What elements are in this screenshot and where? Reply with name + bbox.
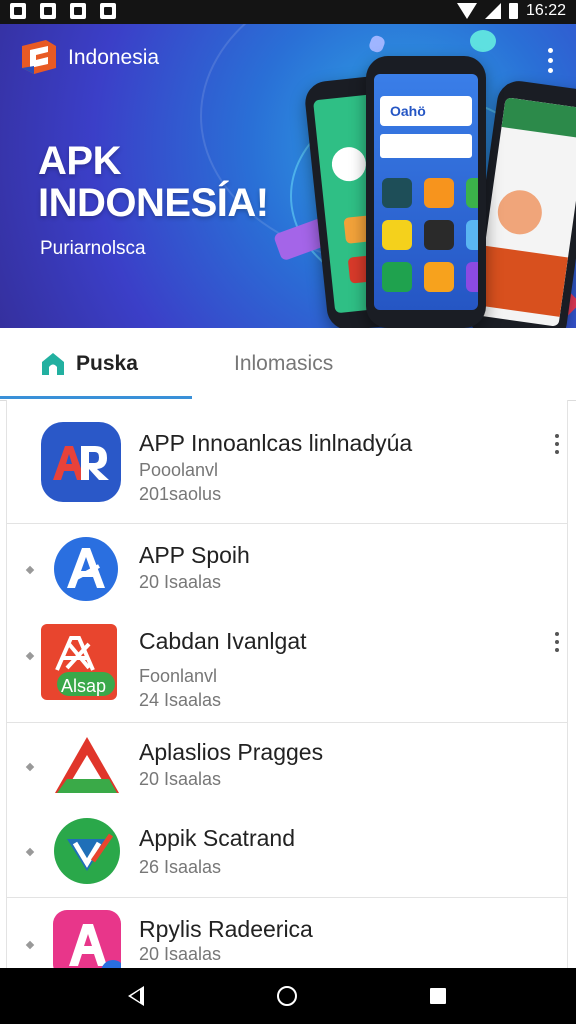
pink-a-icon bbox=[53, 910, 121, 968]
item-menu-icon[interactable] bbox=[555, 632, 561, 652]
message-notification-icon bbox=[100, 3, 116, 19]
app-name: Aplaslios Pragges bbox=[139, 739, 324, 765]
app-name: APP Spoih bbox=[139, 542, 250, 568]
photo-notification-icon bbox=[70, 3, 86, 19]
signal-icon bbox=[484, 3, 501, 19]
app-meta: 20 Isaalas bbox=[139, 769, 222, 789]
app-name: Appik Scatrand bbox=[139, 825, 295, 851]
phone-illustration-center: Oahö bbox=[366, 56, 486, 328]
bullet-icon bbox=[25, 847, 35, 857]
list-item[interactable]: Appik Scatrand 26 Isaalas bbox=[7, 807, 567, 897]
battery-icon bbox=[508, 3, 518, 19]
list-item[interactable]: Aplaslios Pragges 20 Isaalas bbox=[7, 723, 567, 807]
tab-home[interactable]: Puska bbox=[40, 328, 138, 400]
list-item[interactable]: APP Innoanlcas linlnadyúa Pooolanvl 201s… bbox=[7, 400, 567, 524]
app-name: Rpylis Radeerica bbox=[139, 916, 313, 942]
status-bar: 16:22 bbox=[0, 0, 576, 24]
app-meta: 20 Isaalas bbox=[139, 572, 222, 592]
clock: 16:22 bbox=[525, 2, 566, 19]
green-circle-icon bbox=[54, 818, 120, 884]
item-menu-icon[interactable] bbox=[555, 434, 561, 454]
app-meta: 201saolus bbox=[139, 484, 222, 504]
list-item[interactable]: APP Spoih 20 Isaalas bbox=[7, 524, 567, 610]
list-item[interactable]: Alsap Cabdan Ivanlgat Foonlanvl 24 Isaal… bbox=[7, 610, 567, 722]
red-green-triangle-icon bbox=[55, 737, 119, 793]
bullet-icon bbox=[25, 940, 35, 950]
bullet-icon bbox=[25, 565, 35, 575]
tab-bar: Puska Inlomasics bbox=[0, 328, 576, 401]
a-blue-circle-icon bbox=[54, 537, 118, 601]
notification-icons bbox=[10, 3, 116, 19]
navigation-bar bbox=[0, 968, 576, 1024]
list-item[interactable]: Rpylis Radeerica 20 Isaalas bbox=[7, 898, 567, 968]
phone-banner-text: Oahö bbox=[380, 96, 472, 126]
decorative-shape bbox=[470, 30, 496, 52]
image-notification-icon bbox=[10, 3, 26, 19]
app-name: APP Innoanlcas linlnadyúa bbox=[139, 430, 413, 456]
wifi-icon bbox=[456, 3, 477, 19]
recents-icon[interactable] bbox=[430, 988, 446, 1004]
app-list: APP Innoanlcas linlnadyúa Pooolanvl 201s… bbox=[6, 400, 568, 968]
home-circle-icon[interactable] bbox=[277, 986, 297, 1006]
hero-banner[interactable]: Indonesia APK INDONESÍA! Puriarnolsca Oa… bbox=[0, 24, 576, 328]
app-meta: 20 Isaalas bbox=[139, 944, 222, 964]
hero-subtitle: Puriarnolsca bbox=[40, 238, 146, 259]
bullet-icon bbox=[25, 651, 35, 661]
app-developer: Pooolanvl bbox=[139, 460, 219, 480]
hero-title: APK INDONESÍA! bbox=[38, 139, 269, 225]
overflow-menu-icon[interactable] bbox=[548, 48, 554, 73]
bullet-icon bbox=[25, 762, 35, 772]
back-icon[interactable] bbox=[128, 986, 144, 1006]
app-name: Cabdan Ivanlgat bbox=[139, 628, 307, 654]
app-meta: 26 Isaalas bbox=[139, 857, 222, 877]
brand-name: Indonesia bbox=[68, 46, 160, 69]
home-icon bbox=[42, 353, 64, 375]
app-developer: Foonlanvl bbox=[139, 666, 218, 686]
system-status: 16:22 bbox=[456, 2, 566, 20]
apk-blue-icon bbox=[41, 422, 121, 502]
tab-home-label: Puska bbox=[76, 352, 138, 375]
app-meta: 24 Isaalas bbox=[139, 690, 222, 710]
save-notification-icon bbox=[40, 3, 56, 19]
brand-logo-icon bbox=[22, 40, 56, 74]
tab-secondary[interactable]: Inlomasics bbox=[234, 328, 333, 400]
app-badge: Alsap bbox=[61, 676, 107, 696]
tab-indicator bbox=[0, 396, 192, 399]
tab-secondary-label: Inlomasics bbox=[234, 352, 334, 375]
